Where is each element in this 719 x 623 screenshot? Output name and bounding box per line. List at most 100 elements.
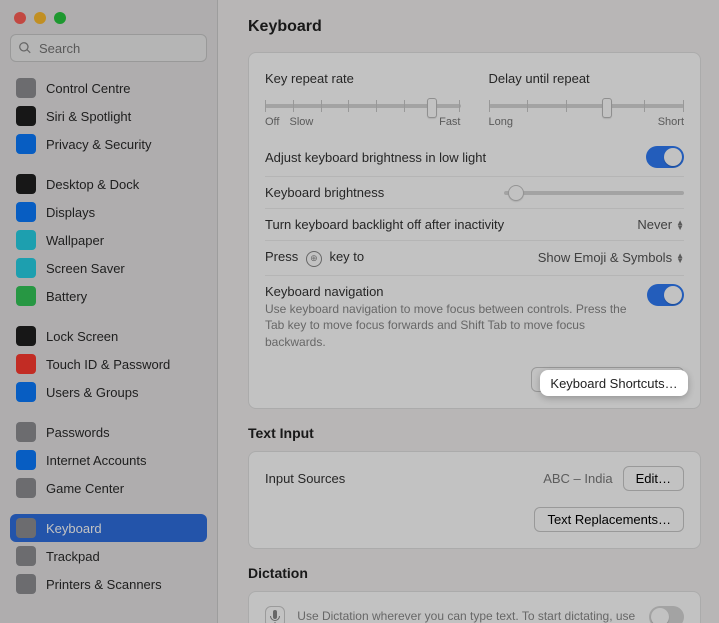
sidebar-item-lock-screen[interactable]: Lock Screen [10,322,207,350]
keyboard-brightness-row: Keyboard brightness [265,176,684,208]
rate-slow-label: Slow [289,116,313,128]
key-repeat-rate-slider[interactable] [265,104,461,108]
microphone-icon [265,606,285,623]
sidebar-item-desktop-dock[interactable]: Desktop & Dock [10,170,207,198]
window-controls [10,12,207,34]
delay-label: Delay until repeat [489,71,685,86]
sidebar-item-label: Desktop & Dock [46,177,139,192]
sidebar-item-label: Passwords [46,425,110,440]
sidebar-item-game-center[interactable]: Game Center [10,474,207,502]
updown-chevron-icon: ▲▼ [676,253,684,263]
keyboard-card: Key repeat rate Off Slow Fast Delay unti… [248,52,701,409]
sidebar-item-displays[interactable]: Displays [10,198,207,226]
text-input-heading: Text Input [248,425,701,445]
sidebar-icon [16,518,36,538]
keyboard-brightness-label: Keyboard brightness [265,185,384,200]
sidebar-item-label: Wallpaper [46,233,104,248]
input-sources-row: Input Sources ABC – India Edit… [265,466,684,499]
sidebar-item-control-centre[interactable]: Control Centre [10,74,207,102]
backlight-off-value: Never [637,217,672,232]
press-globe-key-select[interactable]: Show Emoji & Symbols ▲▼ [538,250,684,265]
sidebar-item-label: Privacy & Security [46,137,151,152]
sidebar-list: Control Centre Siri & Spotlight Privacy & … [10,74,207,598]
sidebar-item-passwords[interactable]: Passwords [10,418,207,446]
sidebar-item-label: Control Centre [46,81,131,96]
close-window-button[interactable] [14,12,26,24]
key-repeat-rate: Key repeat rate Off Slow Fast [265,71,461,128]
dictation-card: Use Dictation wherever you can type text… [248,591,701,623]
sidebar-icon [16,230,36,250]
sidebar-item-printers-scanners[interactable]: Printers & Scanners [10,570,207,598]
sidebar-item-keyboard[interactable]: Keyboard [10,514,207,542]
sidebar-item-label: Users & Groups [46,385,138,400]
input-sources-value: ABC – India [543,471,612,486]
sidebar-item-internet-accounts[interactable]: Internet Accounts [10,446,207,474]
keyboard-shortcuts-button[interactable]: Keyboard Shortcuts… [531,367,684,392]
backlight-off-label: Turn keyboard backlight off after inacti… [265,217,504,232]
sidebar-item-touch-id-password[interactable]: Touch ID & Password [10,350,207,378]
keyboard-navigation-desc: Use keyboard navigation to move focus be… [265,301,647,351]
sidebar-item-privacy-security[interactable]: Privacy & Security [10,130,207,158]
dictation-toggle[interactable] [649,606,684,623]
sidebar-item-siri-spotlight[interactable]: Siri & Spotlight [10,102,207,130]
sidebar-item-users-groups[interactable]: Users & Groups [10,378,207,406]
repeat-sliders: Key repeat rate Off Slow Fast Delay unti… [265,67,684,138]
adjust-brightness-row: Adjust keyboard brightness in low light [265,138,684,176]
text-replacements-button[interactable]: Text Replacements… [534,507,684,532]
delay-slider[interactable] [489,104,685,108]
sidebar-icon [16,174,36,194]
adjust-brightness-toggle[interactable] [646,146,684,168]
input-sources-label: Input Sources [265,471,345,486]
keyboard-navigation-row: Keyboard navigation Use keyboard navigat… [265,275,684,359]
main-content: Keyboard Key repeat rate Off Slow Fast D [218,0,719,623]
sidebar-icon [16,78,36,98]
sidebar-item-trackpad[interactable]: Trackpad [10,542,207,570]
delay-long-label: Long [489,116,513,128]
sidebar-item-label: Internet Accounts [46,453,146,468]
sidebar-item-label: Displays [46,205,95,220]
text-input-card: Input Sources ABC – India Edit… Text Rep… [248,451,701,549]
search-input[interactable] [10,34,207,62]
sidebar-item-label: Lock Screen [46,329,118,344]
backlight-off-row: Turn keyboard backlight off after inacti… [265,208,684,240]
sidebar-icon [16,478,36,498]
sidebar-icon [16,134,36,154]
sidebar-item-battery[interactable]: Battery [10,282,207,310]
sidebar-item-wallpaper[interactable]: Wallpaper [10,226,207,254]
dictation-desc: Use Dictation wherever you can type text… [297,608,637,623]
sidebar-icon [16,326,36,346]
keyboard-navigation-toggle[interactable] [647,284,684,306]
globe-icon: ⊕ [306,251,322,267]
minimize-window-button[interactable] [34,12,46,24]
shortcuts-btn-row: Keyboard Shortcuts… [265,359,684,392]
zoom-window-button[interactable] [54,12,66,24]
sidebar: Control Centre Siri & Spotlight Privacy & … [0,0,218,623]
keyboard-brightness-slider[interactable] [504,191,684,195]
sidebar-item-label: Battery [46,289,87,304]
keyboard-navigation-label: Keyboard navigation [265,284,647,299]
rate-off-label: Off [265,116,279,128]
sidebar-icon [16,422,36,442]
sidebar-icon [16,546,36,566]
input-sources-edit-button[interactable]: Edit… [623,466,684,491]
backlight-off-select[interactable]: Never ▲▼ [637,217,684,232]
sidebar-item-screen-saver[interactable]: Screen Saver [10,254,207,282]
key-repeat-rate-label: Key repeat rate [265,71,461,86]
sidebar-icon [16,202,36,222]
delay-short-label: Short [658,116,684,128]
sidebar-item-label: Touch ID & Password [46,357,170,372]
sidebar-icon [16,574,36,594]
page-title: Keyboard [248,18,701,36]
updown-chevron-icon: ▲▼ [676,220,684,230]
search-icon [18,41,32,55]
sidebar-item-label: Printers & Scanners [46,577,162,592]
sidebar-item-label: Keyboard [46,521,102,536]
sidebar-icon [16,106,36,126]
sidebar-icon [16,450,36,470]
sidebar-icon [16,286,36,306]
adjust-brightness-label: Adjust keyboard brightness in low light [265,150,486,165]
sidebar-item-label: Game Center [46,481,124,496]
press-globe-key-value: Show Emoji & Symbols [538,250,672,265]
sidebar-icon [16,258,36,278]
sidebar-icon [16,382,36,402]
